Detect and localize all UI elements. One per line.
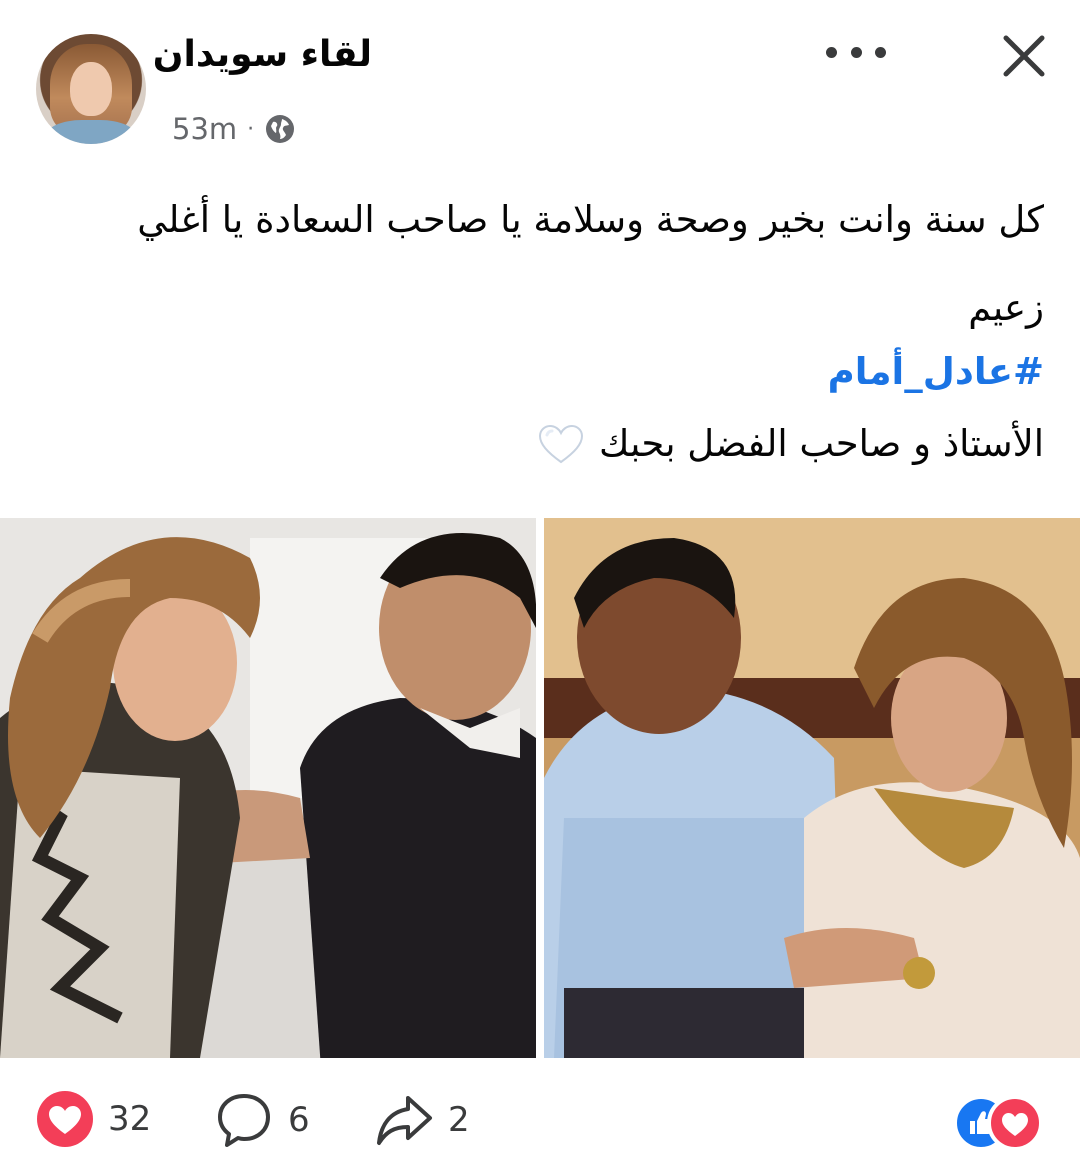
post-footer: 32 6 2 [0,1090,1080,1156]
hashtag-link[interactable]: #عادل_أمام [828,350,1044,393]
post-time[interactable]: 53m [172,112,237,146]
comments-count: 6 [288,1100,310,1140]
shares-count: 2 [448,1100,470,1140]
post-text: كل سنة وانت بخير وصحة وسلامة يا صاحب الس… [64,176,1044,352]
likes-count: 32 [108,1099,152,1139]
comment-action[interactable]: 6 [214,1090,310,1150]
photo-right-illustration [544,518,1080,1058]
more-dot [875,46,886,58]
heart-icon [37,1091,93,1147]
share-action[interactable]: 2 [374,1090,470,1150]
post-photo-right[interactable] [544,518,1080,1058]
caption-line: الأستاذ و صاحب الفضل بحبك [537,422,1044,465]
caption-text: الأستاذ و صاحب الفضل بحبك [598,422,1044,465]
post-text-line-1: كل سنة وانت بخير وصحة وسلامة يا صاحب الس… [137,198,1044,241]
post-text-line-2: زعيم [968,286,1044,329]
share-icon [377,1096,432,1145]
post-photo-left[interactable] [0,518,536,1058]
more-horizontal-icon[interactable] [826,40,886,64]
facebook-post: لقاء سويدان 53m · كل سنة وانت بخير وصحة … [0,0,1080,1168]
author-avatar[interactable] [36,34,146,144]
comment-icon [218,1094,270,1147]
close-icon[interactable] [998,30,1050,82]
avatar-face [70,62,112,116]
reactions-summary-icon[interactable] [952,1094,1044,1152]
globe-icon[interactable] [264,113,296,145]
more-dot [826,46,837,58]
author-name[interactable]: لقاء سويدان [153,34,372,75]
more-dot [850,46,862,58]
like-action[interactable]: 32 [36,1090,151,1148]
avatar-shirt [46,120,136,144]
photo-left-illustration [0,518,536,1058]
meta-separator: · [247,116,255,142]
post-meta: 53m · [172,112,296,146]
white-heart-icon [538,424,583,463]
